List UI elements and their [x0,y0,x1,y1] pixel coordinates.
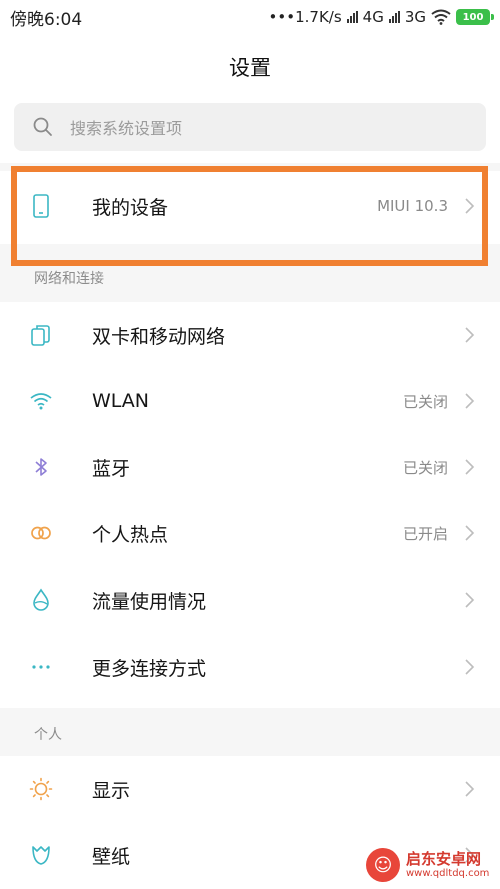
sidebar-item-more-connections[interactable]: 更多连接方式 [0,634,500,700]
hotspot-label: 个人热点 [92,523,169,546]
section-header-network: 网络和连接 [34,271,104,287]
signal-icon [346,11,358,23]
phone-icon [33,194,49,218]
sim-card-icon [31,325,50,346]
wallpaper-icon [32,846,50,865]
sun-icon [29,777,53,801]
sidebar-item-bluetooth[interactable]: 蓝牙 已关闭 [0,434,500,500]
chevron-right-icon [465,781,475,797]
bluetooth-status: 已关闭 [402,458,448,477]
search-input[interactable]: 搜索系统设置项 [14,103,486,151]
sidebar-item-dual-sim[interactable]: 双卡和移动网络 [0,302,500,368]
watermark-logo-icon: ☺ [366,848,400,882]
wifi-icon [30,393,52,410]
my-device-row[interactable]: 我的设备 MIUI 10.3 [0,172,500,240]
hotspot-icon [31,526,51,540]
display-label: 显示 [92,779,131,802]
chevron-right-icon [465,327,475,343]
page-title: 设置 [229,56,271,80]
more-dots-icon [32,665,50,669]
network-type-2: 3G [404,8,426,26]
sidebar-item-hotspot[interactable]: 个人热点 已开启 [0,500,500,566]
network-type-1: 4G [362,8,384,26]
hotspot-status: 已开启 [402,524,448,543]
data-usage-label: 流量使用情况 [92,590,207,613]
my-device-value: MIUI 10.3 [377,197,448,215]
status-indicators: •••1.7K/s 4G 3G 100 [268,8,494,26]
wlan-status: 已关闭 [402,392,448,411]
signal-icon-2 [388,11,400,23]
chevron-right-icon [465,592,475,608]
water-drop-icon [33,588,49,611]
sidebar-item-wlan[interactable]: WLAN 已关闭 [0,368,500,434]
more-connections-label: 更多连接方式 [92,657,207,680]
chevron-right-icon [465,198,475,214]
dual-sim-label: 双卡和移动网络 [92,325,226,348]
chevron-right-icon [465,393,475,409]
bluetooth-icon [35,458,47,476]
my-device-label: 我的设备 [92,196,169,219]
chevron-right-icon [465,525,475,541]
wlan-label: WLAN [92,390,150,412]
bluetooth-label: 蓝牙 [92,457,131,480]
sidebar-item-display[interactable]: 显示 [0,756,500,822]
network-speed: •••1.7K/s [268,8,342,26]
chevron-right-icon [465,659,475,675]
search-placeholder: 搜索系统设置项 [70,119,183,138]
section-gap [0,163,500,171]
status-time: 傍晚6:04 [10,9,83,30]
battery-icon: 100 [456,9,494,25]
sidebar-item-data-usage[interactable]: 流量使用情况 [0,567,500,633]
search-icon [33,117,52,136]
wifi-icon [431,9,451,25]
wallpaper-label: 壁纸 [92,845,131,868]
status-bar: 傍晚6:04 •••1.7K/s 4G 3G 100 [0,0,500,34]
watermark: ☺ 启东安卓网 www.qdltdq.com [366,848,489,882]
section-band-personal [0,708,500,756]
watermark-name: 启东安卓网 [406,850,482,869]
chevron-right-icon [465,459,475,475]
watermark-url: www.qdltdq.com [406,867,490,879]
section-header-personal: 个人 [34,727,62,743]
